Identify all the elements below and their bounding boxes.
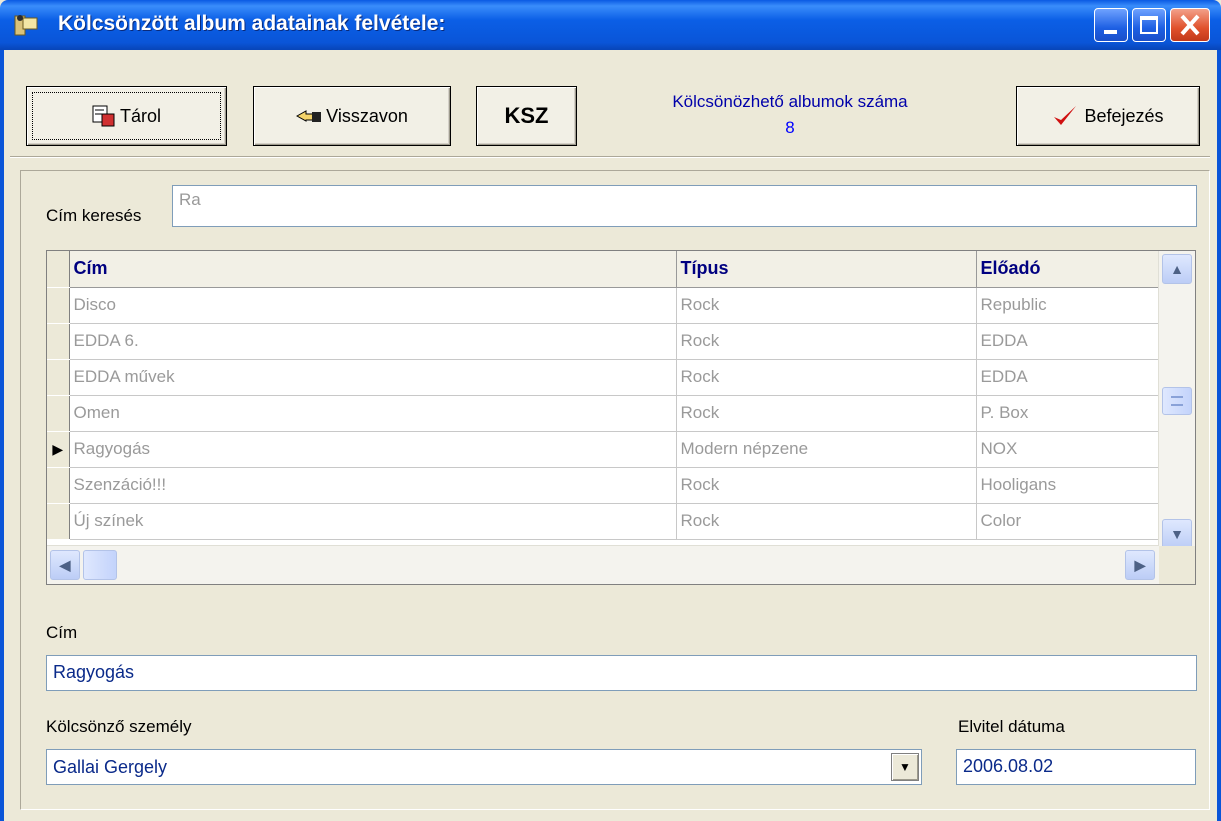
scroll-right-button[interactable]: ▶ [1125,550,1155,580]
close-button[interactable] [1170,8,1210,42]
horizontal-scrollbar[interactable]: ◀ ▶ [47,545,1159,584]
albums-table: Cím Típus Előadó Disco Rock Republic EDDA 6… [47,251,1162,540]
column-header-type[interactable]: Típus [676,251,977,288]
grip-icon [1171,396,1183,406]
table-row[interactable]: Új színek Rock Color [47,503,1162,540]
undo-button[interactable]: Visszavon [253,86,451,146]
borrower-label: Kölcsönző személy [46,717,192,736]
scroll-left-button[interactable]: ◀ [50,550,80,580]
cell-type[interactable]: Rock [676,323,977,360]
table-row[interactable]: ▶ Ragyogás Modern népzene NOX [47,431,1162,468]
grid-body: Disco Rock Republic EDDA 6. Rock EDDA EDDA műv… [47,287,1162,540]
cell-type[interactable]: Rock [676,503,977,540]
maximize-button[interactable] [1132,8,1166,42]
cell-artist[interactable]: P. Box [976,395,1162,432]
checkmark-icon [1054,106,1077,125]
scroll-up-button[interactable]: ▲ [1162,254,1192,284]
table-row[interactable]: EDDA 6. Rock EDDA [47,323,1162,360]
cell-title[interactable]: Omen [69,395,677,432]
undo-label: Visszavon [326,105,408,126]
search-input[interactable]: Ra [172,185,1197,227]
row-indicator-cell[interactable] [47,503,70,540]
window-title: Kölcsönzött album adatainak felvétele: [58,12,446,35]
cell-title[interactable]: EDDA művek [69,359,677,396]
app-icon [14,15,38,36]
chevron-down-icon: ▼ [899,760,911,774]
cell-artist[interactable]: Republic [976,287,1162,324]
row-indicator-cell[interactable] [47,395,70,432]
title-label: Cím [46,623,78,642]
scrollbar-corner [1159,546,1195,584]
row-indicator-cell[interactable] [47,323,70,360]
row-indicator-cell[interactable] [47,287,70,324]
record-pointer-icon: ▶ [52,440,64,457]
cell-type[interactable]: Rock [676,395,977,432]
grid-header-row: Cím Típus Előadó [47,251,1162,288]
cell-artist[interactable]: Hooligans [976,467,1162,504]
vertical-scroll-thumb[interactable] [1162,387,1192,415]
horizontal-scroll-thumb[interactable] [83,550,117,580]
finish-button[interactable]: Befejezés [1016,86,1200,146]
cell-artist[interactable]: NOX [976,431,1162,468]
maximize-icon [1140,16,1158,34]
chevron-down-icon: ▼ [1170,526,1184,542]
ksz-button[interactable]: KSZ [476,86,577,146]
title-input[interactable]: Ragyogás [46,655,1197,691]
header-indicator-cell [47,251,70,288]
store-button[interactable]: Tárol [26,86,227,146]
close-icon [1180,14,1200,36]
chevron-right-icon: ▶ [1134,556,1146,573]
current-row-indicator[interactable]: ▶ [47,431,70,468]
title-bar: Kölcsönzött album adatainak felvétele: [0,0,1221,50]
table-row[interactable]: Disco Rock Republic [47,287,1162,324]
column-header-artist[interactable]: Előadó [976,251,1162,288]
pointing-hand-icon [296,110,322,122]
date-input[interactable]: 2006.08.02 [956,749,1196,785]
borrower-dropdown-button[interactable]: ▼ [891,753,919,781]
ksz-label: KSZ [504,103,549,128]
row-indicator-cell[interactable] [47,467,70,504]
search-label: Cím keresés [46,206,142,225]
finish-label: Befejezés [1084,105,1164,126]
table-row[interactable]: Szenzáció!!! Rock Hooligans [47,467,1162,504]
cell-title[interactable]: Új színek [69,503,677,540]
scroll-down-button[interactable]: ▼ [1162,519,1192,549]
cell-type[interactable]: Modern népzene [676,431,977,468]
toolbar-divider [10,156,1210,158]
albums-grid: Cím Típus Előadó Disco Rock Republic EDDA 6… [46,250,1196,585]
cell-title[interactable]: EDDA 6. [69,323,677,360]
row-indicator-cell[interactable] [47,359,70,396]
column-header-title[interactable]: Cím [69,251,677,288]
cell-type[interactable]: Rock [676,467,977,504]
cell-type[interactable]: Rock [676,359,977,396]
borrower-select[interactable]: Gallai Gergely [46,749,922,785]
chevron-up-icon: ▲ [1170,261,1184,277]
chevron-left-icon: ◀ [59,556,71,573]
cell-artist[interactable]: EDDA [976,359,1162,396]
cell-title[interactable]: Szenzáció!!! [69,467,677,504]
cell-title[interactable]: Ragyogás [69,431,677,468]
cell-title[interactable]: Disco [69,287,677,324]
date-label: Elvitel dátuma [958,717,1065,736]
cell-type[interactable]: Rock [676,287,977,324]
focus-rect [32,92,221,140]
vertical-scrollbar[interactable]: ▲ ▼ [1158,251,1195,549]
minimize-button[interactable] [1094,8,1128,42]
available-albums-count: 8 [785,118,795,137]
minimize-icon [1104,30,1117,34]
table-row[interactable]: EDDA művek Rock EDDA [47,359,1162,396]
cell-artist[interactable]: Color [976,503,1162,540]
table-row[interactable]: Omen Rock P. Box [47,395,1162,432]
available-albums-label: Kölcsönözhető albumok száma [672,92,908,111]
cell-artist[interactable]: EDDA [976,323,1162,360]
